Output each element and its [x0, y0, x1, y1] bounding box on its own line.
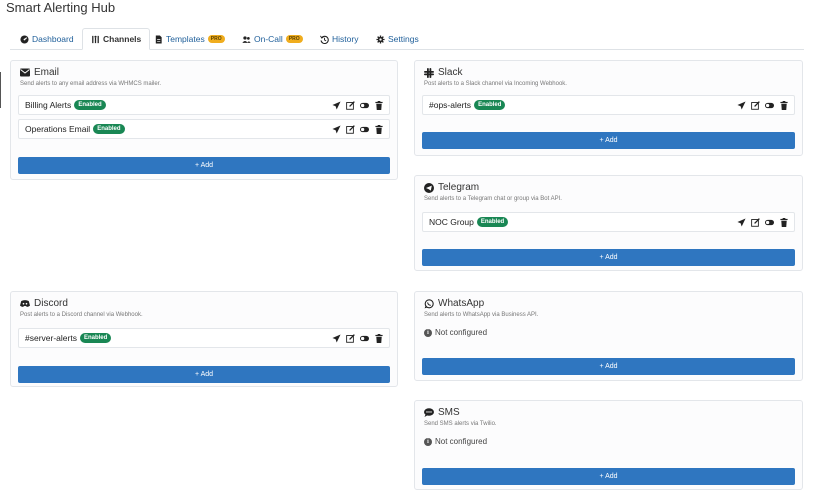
trash-icon[interactable]	[374, 334, 383, 343]
tab-label: Dashboard	[32, 34, 74, 44]
toggle-icon[interactable]	[360, 334, 369, 343]
send-test-icon[interactable]	[332, 334, 341, 343]
tab-on-call[interactable]: On-Call PRO	[234, 28, 311, 50]
edit-icon[interactable]	[346, 101, 355, 110]
toggle-icon[interactable]	[360, 101, 369, 110]
whatsapp-channel-card: WhatsApp Send alerts to WhatsApp via Bus…	[414, 291, 803, 381]
not-configured-status: i Not configured	[424, 437, 487, 446]
tab-settings[interactable]: Settings	[368, 28, 427, 50]
tab-dashboard[interactable]: Dashboard	[12, 28, 82, 50]
row-name: Operations Email	[25, 124, 91, 134]
email-channel-card: Email Send alerts to any email address v…	[10, 60, 398, 180]
card-description: Send alerts to WhatsApp via Business API…	[424, 312, 539, 318]
trash-icon[interactable]	[779, 218, 788, 227]
pro-badge: PRO	[207, 35, 225, 43]
dashboard-icon	[20, 34, 29, 44]
channel-row: #server-alerts Enabled	[18, 328, 390, 348]
add-email-button[interactable]: + Add	[18, 157, 390, 174]
card-title: WhatsApp	[424, 298, 484, 309]
card-title: Telegram	[424, 182, 479, 193]
toggle-icon[interactable]	[360, 125, 369, 134]
trash-icon[interactable]	[374, 101, 383, 110]
tab-label: History	[332, 34, 359, 44]
telegram-icon	[424, 182, 434, 193]
edit-icon[interactable]	[751, 218, 760, 227]
history-icon	[320, 35, 329, 44]
card-description: Send alerts to a Telegram chat or group …	[424, 196, 562, 202]
send-test-icon[interactable]	[332, 125, 341, 134]
info-icon: i	[424, 328, 432, 337]
chat-icon	[424, 407, 434, 418]
trash-icon[interactable]	[374, 125, 383, 134]
pro-badge: PRO	[285, 35, 303, 43]
tab-channels[interactable]: Channels	[82, 28, 151, 50]
sms-channel-card: SMS Send SMS alerts via Twilio. i Not co…	[414, 400, 803, 490]
left-edge-rule	[0, 72, 1, 108]
card-title: Slack	[424, 67, 462, 78]
slack-icon	[424, 67, 434, 78]
info-icon: i	[424, 437, 432, 446]
whatsapp-icon	[424, 298, 434, 309]
enabled-badge: Enabled	[79, 333, 112, 343]
discord-icon	[20, 299, 30, 309]
channel-row: Billing Alerts Enabled	[18, 95, 390, 115]
send-test-icon[interactable]	[332, 101, 341, 110]
not-configured-status: i Not configured	[424, 328, 487, 337]
app-title: Smart Alerting Hub	[6, 0, 116, 15]
nav-tabs: Dashboard Channels Templates PRO On-Call…	[10, 28, 804, 50]
card-title: Email	[20, 67, 59, 78]
row-actions	[737, 218, 788, 227]
row-actions	[332, 101, 383, 110]
row-actions	[332, 334, 383, 343]
telegram-channel-card: Telegram Send alerts to a Telegram chat …	[414, 175, 803, 271]
row-name: #server-alerts	[25, 333, 77, 343]
row-name: #ops-alerts	[429, 100, 472, 110]
tab-label: Templates	[166, 34, 205, 44]
trash-icon[interactable]	[779, 101, 788, 110]
row-actions	[332, 125, 383, 134]
edit-icon[interactable]	[751, 101, 760, 110]
tab-templates[interactable]: Templates PRO	[146, 28, 233, 50]
row-name: NOC Group	[429, 217, 474, 227]
add-sms-button[interactable]: + Add	[422, 468, 795, 485]
add-telegram-button[interactable]: + Add	[422, 249, 795, 266]
tab-history[interactable]: History	[312, 28, 366, 50]
envelope-icon	[20, 68, 30, 78]
gear-icon	[376, 34, 385, 44]
row-actions	[737, 101, 788, 110]
card-description: Post alerts to a Slack channel via Incom…	[424, 81, 567, 87]
card-title: SMS	[424, 407, 460, 418]
enabled-badge: Enabled	[74, 100, 106, 110]
add-slack-button[interactable]: + Add	[422, 132, 795, 149]
discord-channel-card: Discord Post alerts to a Discord channel…	[10, 291, 398, 387]
toggle-icon[interactable]	[765, 218, 774, 227]
add-whatsapp-button[interactable]: + Add	[422, 358, 795, 375]
channels-icon	[91, 35, 100, 44]
edit-icon[interactable]	[346, 334, 355, 343]
enabled-badge: Enabled	[474, 100, 506, 110]
toggle-icon[interactable]	[765, 101, 774, 110]
card-title: Discord	[20, 298, 68, 309]
edit-icon[interactable]	[346, 125, 355, 134]
card-description: Send alerts to any email address via WHM…	[20, 81, 162, 87]
row-name: Billing Alerts	[25, 100, 72, 110]
enabled-badge: Enabled	[93, 124, 125, 134]
enabled-badge: Enabled	[476, 217, 509, 227]
tab-label: On-Call	[254, 34, 283, 44]
card-description: Send SMS alerts via Twilio.	[424, 421, 497, 427]
channel-row: NOC Group Enabled	[422, 212, 795, 232]
users-icon	[242, 35, 251, 44]
channel-row: Operations Email Enabled	[18, 119, 390, 139]
slack-channel-card: Slack Post alerts to a Slack channel via…	[414, 60, 803, 156]
channel-row: #ops-alerts Enabled	[422, 95, 795, 115]
send-test-icon[interactable]	[737, 101, 746, 110]
tab-label: Channels	[103, 34, 142, 44]
file-icon	[154, 34, 163, 44]
tab-label: Settings	[388, 34, 419, 44]
add-discord-button[interactable]: + Add	[18, 366, 390, 383]
send-test-icon[interactable]	[737, 218, 746, 227]
card-description: Post alerts to a Discord channel via Web…	[20, 312, 143, 318]
